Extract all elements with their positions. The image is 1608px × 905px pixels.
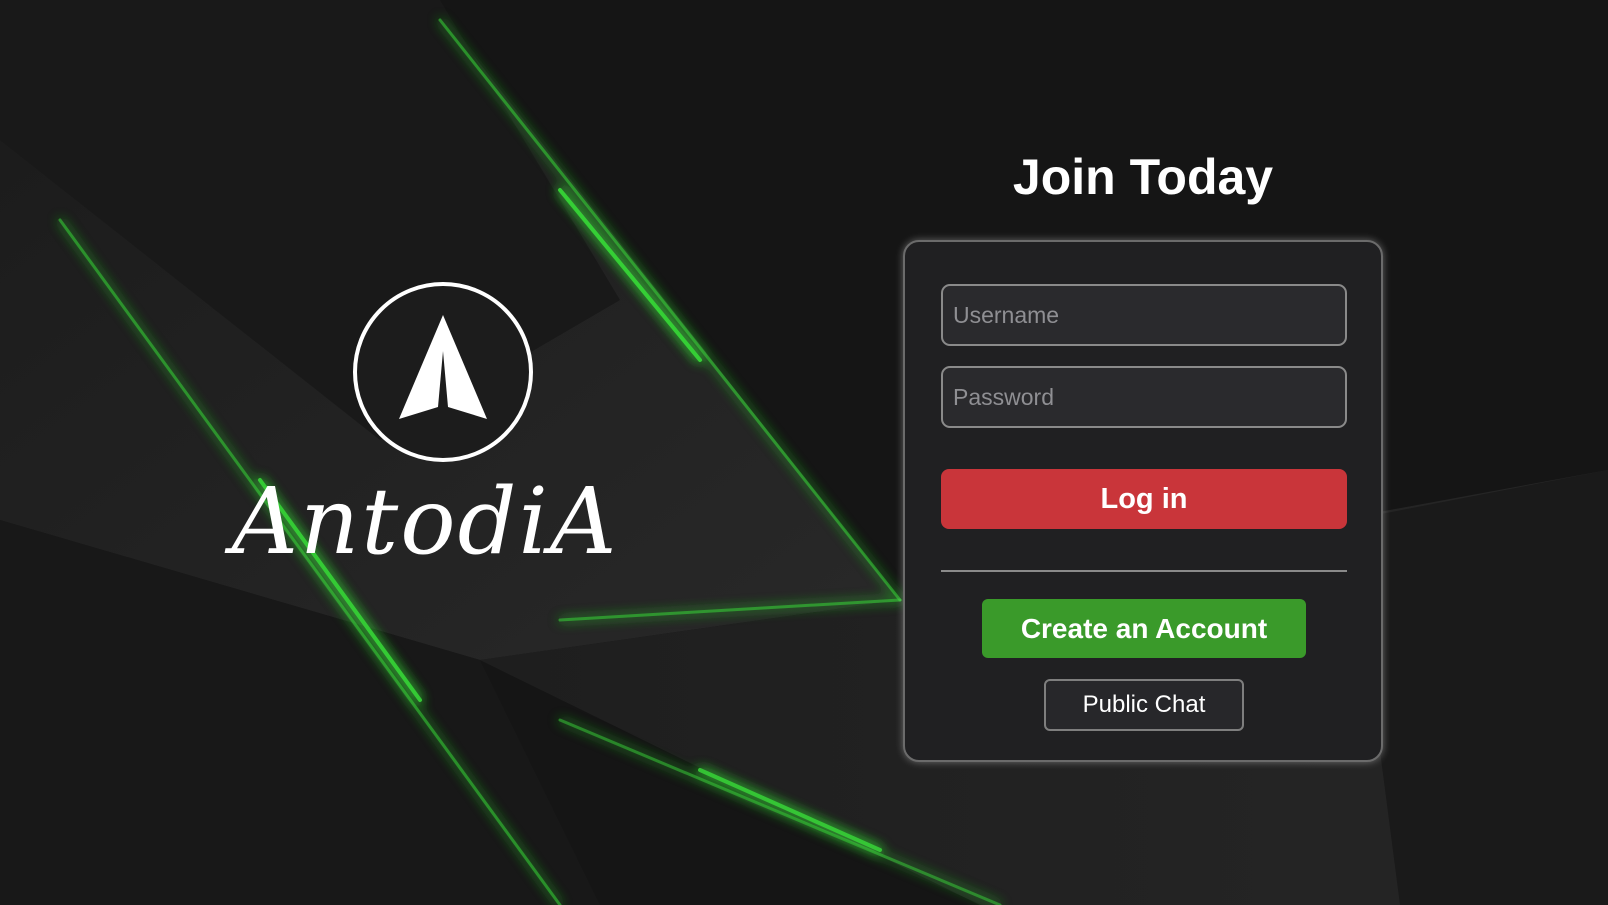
username-input[interactable] (941, 284, 1347, 346)
page-title: Join Today (1012, 149, 1274, 205)
brand-block: AntodiA (220, 280, 630, 600)
login-page: AntodiA Join Today Log in Create an Acco… (0, 0, 1608, 905)
password-input[interactable] (941, 366, 1347, 428)
brand-name: AntodiA (231, 468, 619, 575)
create-account-button[interactable]: Create an Account (982, 599, 1306, 658)
public-chat-button[interactable]: Public Chat (1044, 679, 1244, 731)
divider (941, 570, 1347, 572)
login-button[interactable]: Log in (941, 469, 1347, 529)
arrow-up-compass-icon (353, 282, 533, 462)
login-card: Log in Create an Account Public Chat (903, 240, 1383, 762)
